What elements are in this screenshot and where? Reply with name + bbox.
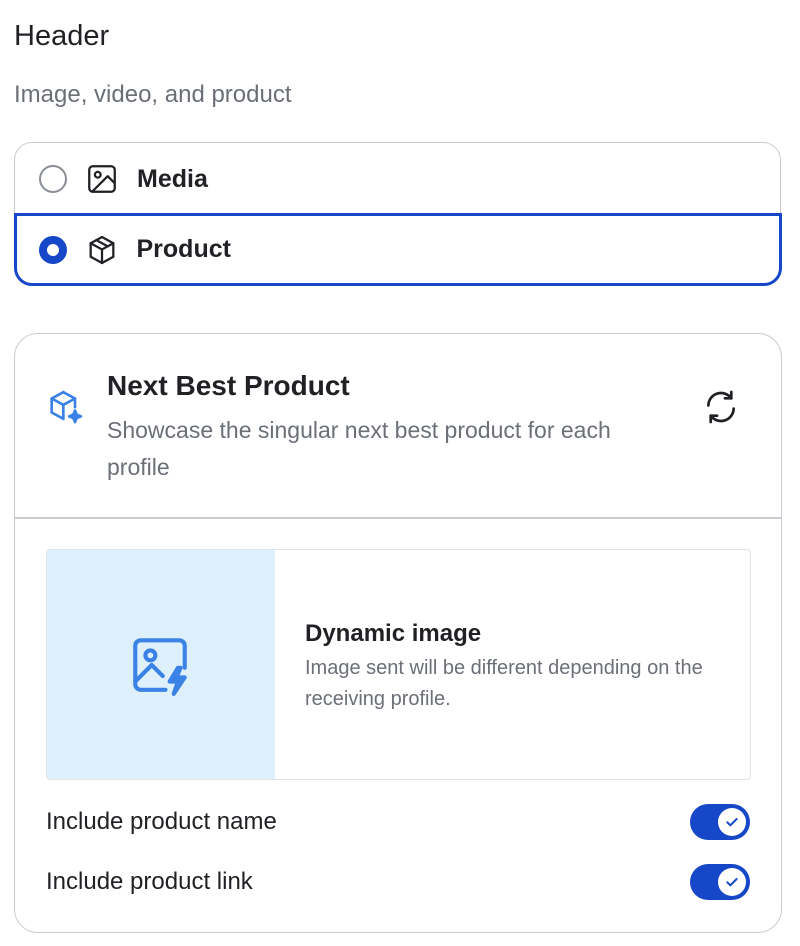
header-type-radio-group: Media Product [13,142,782,286]
box-icon [89,235,114,264]
check-icon [726,878,738,887]
image-icon [88,165,116,193]
image-bolt-icon [133,638,187,696]
toggle-knob [718,808,746,836]
next-best-product-card: Next Best Product Showcase the singular … [14,333,782,933]
dynamic-image-preview [47,550,275,779]
refresh-icon[interactable] [702,388,740,426]
option-product[interactable]: Product [13,213,782,286]
option-product-label: Product [136,235,231,263]
toggle-knob [718,868,746,896]
include-product-link-label: Include product link [46,868,253,895]
section-subtitle: Image, video, and product [14,81,292,108]
dynamic-image-description: Image sent will be different depending o… [305,657,703,710]
include-product-name-row: Include product name [46,802,750,842]
include-product-name-toggle[interactable] [690,804,750,840]
card-title: Next Best Product [107,370,350,401]
product-radio-button[interactable] [38,235,67,264]
card-divider [15,517,781,519]
include-product-link-row: Include product link [46,862,750,902]
media-radio-button[interactable] [39,165,67,193]
card-header: Next Best Product Showcase the singular … [15,334,781,518]
option-media-label: Media [137,164,208,193]
check-icon [726,818,738,827]
include-product-name-label: Include product name [46,808,277,835]
dynamic-image-title: Dynamic image [305,620,482,647]
section-title: Header [14,20,110,52]
dynamic-image-panel: Dynamic image Image sent will be differe… [46,549,751,780]
include-product-link-toggle[interactable] [690,864,750,900]
box-sparkle-icon [50,390,83,424]
card-description: Showcase the singular next best product … [107,417,611,480]
option-media[interactable]: Media [15,143,780,215]
